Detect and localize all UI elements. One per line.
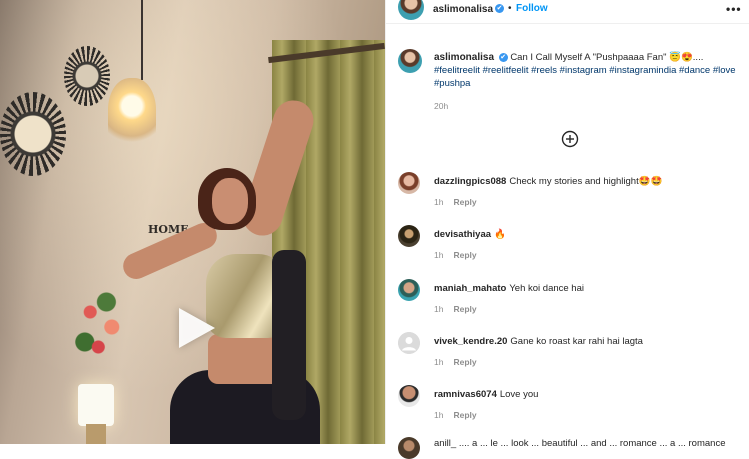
load-more-comments-button[interactable]	[561, 130, 579, 148]
comment-item: maniah_mahato Yeh koi dance hai 1h Reply	[386, 279, 749, 327]
plus-circle-icon	[561, 130, 579, 148]
commenter-username[interactable]: maniah_mahato	[434, 283, 506, 294]
more-options-icon[interactable]: •••	[726, 2, 742, 16]
author-username[interactable]: aslimonalisa	[433, 4, 493, 15]
comment-meta: 1h Reply	[434, 357, 477, 367]
lamp-cord	[141, 0, 143, 80]
pendant-lamp	[108, 78, 156, 148]
comment-meta: 1h Reply	[434, 304, 477, 314]
flower-vase	[74, 282, 128, 382]
comment-body: ramnivas6074 Love you	[434, 389, 538, 400]
commenter-avatar[interactable]	[398, 225, 420, 247]
verified-badge-icon: ✔	[495, 4, 504, 13]
comment-item: devisathiyaa 🔥 1h Reply	[386, 225, 749, 273]
dancer-waist	[208, 334, 282, 384]
comment-time: 1h	[434, 250, 444, 260]
comment-item: ramnivas6074 Love you 1h Reply	[386, 385, 749, 433]
commenter-username[interactable]: ramnivas6074	[434, 389, 497, 400]
default-profile-icon	[398, 332, 420, 354]
reply-button[interactable]: Reply	[453, 197, 476, 207]
comment-time: 1h	[434, 357, 444, 367]
commenter-username[interactable]: dazzlingpics088	[434, 176, 506, 187]
post-video[interactable]: HOME	[0, 0, 385, 444]
commenter-avatar[interactable]	[398, 332, 420, 354]
caption-text: Can I Call Myself A "Pushpaaaa Fan" 😇😍..…	[510, 52, 704, 63]
commenter-username[interactable]: devisathiyaa	[434, 229, 491, 240]
reply-button[interactable]: Reply	[453, 250, 476, 260]
dancer-face	[212, 178, 248, 224]
comment-time: 1h	[434, 197, 444, 207]
comment-meta: 1h Reply	[434, 410, 477, 420]
table-lamp	[78, 384, 114, 426]
commenter-avatar[interactable]	[398, 385, 420, 407]
reply-button[interactable]: Reply	[453, 410, 476, 420]
comment-text: Love you	[499, 389, 539, 400]
dancer-jacket	[272, 250, 306, 420]
post-caption: aslimonalisa ✔ Can I Call Myself A "Push…	[434, 51, 744, 90]
table-lamp-base	[86, 424, 106, 444]
verified-badge-icon: ✔	[498, 52, 508, 62]
sunburst-mirror-small	[64, 46, 110, 106]
comment-time: 1h	[434, 304, 444, 314]
reply-button[interactable]: Reply	[453, 304, 476, 314]
follow-button[interactable]: Follow	[516, 3, 548, 14]
separator-dot: •	[508, 3, 512, 14]
caption-author-avatar[interactable]	[398, 49, 422, 73]
comment-body: devisathiyaa 🔥	[434, 229, 506, 240]
comment-body: vivek_kendre.20 Gane ko roast kar rahi ha…	[434, 336, 643, 347]
header-divider	[386, 23, 749, 24]
play-button[interactable]	[171, 304, 219, 352]
commenter-avatar[interactable]	[398, 437, 420, 459]
caption-timestamp: 20h	[434, 101, 449, 111]
reply-button[interactable]: Reply	[453, 357, 476, 367]
play-icon	[179, 308, 215, 348]
comment-text: Gane ko roast kar rahi hai lagta	[510, 336, 643, 347]
comment-text: Yeh koi dance hai	[509, 283, 584, 294]
commenter-avatar[interactable]	[398, 172, 420, 194]
caption-username[interactable]: aslimonalisa	[434, 52, 494, 63]
comment-text: 🔥	[494, 229, 506, 240]
comment-item: vivek_kendre.20 Gane ko roast kar rahi ha…	[386, 332, 749, 380]
comment-text: Check my stories and highlight🤩🤩	[509, 176, 663, 187]
post-side-panel: aslimonalisa ✔ • Follow ••• aslimonalisa…	[385, 0, 749, 459]
comment-meta: 1h Reply	[434, 250, 477, 260]
comment-item: dazzlingpics088 Check my stories and high…	[386, 172, 749, 220]
comment-meta: 1h Reply	[434, 197, 477, 207]
commenter-username[interactable]: vivek_kendre.20	[434, 336, 507, 347]
comment-body: maniah_mahato Yeh koi dance hai	[434, 283, 584, 294]
caption-hashtags[interactable]: #feelitreelit #reelitfeelit #reels #inst…	[434, 65, 736, 89]
post-header: aslimonalisa ✔ • Follow •••	[386, 0, 749, 23]
comment-body: dazzlingpics088 Check my stories and high…	[434, 176, 662, 187]
author-avatar[interactable]	[398, 0, 424, 20]
sunburst-mirror-large	[0, 92, 66, 176]
comment-time: 1h	[434, 410, 444, 420]
commenter-avatar[interactable]	[398, 279, 420, 301]
